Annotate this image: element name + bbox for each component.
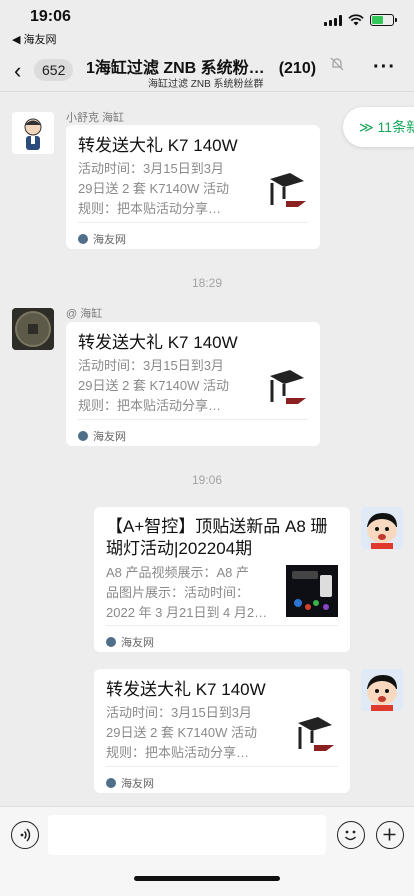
link-card[interactable]: 转发送大礼 K7 140W 活动时间：3月15日到3月 29日送 2 套 K71… (66, 125, 320, 249)
status-time: 19:06 (30, 8, 71, 25)
my-avatar[interactable] (361, 669, 403, 711)
card-title: 转发送大礼 K7 140W (106, 680, 266, 699)
back-chevron-icon[interactable]: ‹ (14, 58, 21, 84)
link-card[interactable]: 【A+智控】顶贴送新品 A8 珊 瑚灯活动|202204期 A8 产品视频展示：… (94, 507, 350, 652)
more-options-button[interactable]: ··· (373, 56, 396, 79)
card-desc-line: 2022 年 3 月21日到 4 月2… (106, 605, 268, 620)
voice-icon (20, 828, 31, 842)
card-desc-line: 29日送 2 套 K7140W 活动 (78, 378, 229, 393)
card-title-line: 瑚灯活动|202204期 (106, 539, 253, 558)
card-title: 转发送大礼 K7 140W (78, 136, 238, 155)
k7-lamp-thumbnail (290, 713, 338, 757)
my-avatar[interactable] (361, 507, 403, 549)
card-divider (78, 222, 308, 223)
card-description: A8 产品视频展示：A8 产 品图片展示：活动时间： 2022 年 3 月21日… (106, 563, 282, 623)
new-messages-button[interactable]: ≫ 11条新 (343, 107, 414, 147)
card-divider (78, 419, 308, 420)
unread-count-badge[interactable]: 652 (34, 59, 74, 81)
card-description: 活动时间：3月15日到3月 29日送 2 套 K7140W 活动 规则：把本贴活… (78, 159, 248, 219)
card-desc-line: 29日送 2 套 K7140W 活动 (106, 725, 257, 740)
card-description: 活动时间：3月15日到3月 29日送 2 套 K7140W 活动 规则：把本贴活… (106, 703, 282, 763)
card-source: 海友网 (78, 428, 126, 444)
more-functions-button[interactable] (376, 821, 404, 849)
card-desc-line: 活动时间：3月15日到3月 (78, 161, 224, 176)
card-desc-line: 活动时间：3月15日到3月 (106, 705, 252, 720)
link-card[interactable]: 转发送大礼 K7 140W 活动时间：3月15日到3月 29日送 2 套 K71… (66, 322, 320, 446)
source-label: 海友网 (93, 234, 126, 246)
cellular-signal-icon (324, 14, 342, 26)
chat-message-list[interactable]: ≫ 11条新 小舒克 海缸 转发送大礼 K7 140W 活动时间：3月15日到3… (0, 93, 414, 805)
card-title: 【A+智控】顶贴送新品 A8 珊 瑚灯活动|202204期 (106, 516, 342, 560)
status-icons (324, 14, 397, 26)
time-stamp: 19:06 (191, 473, 223, 487)
status-bar: 19:06 ◀ 海友网 (0, 0, 414, 46)
card-desc-line: 29日送 2 套 K7140W 活动 (78, 181, 229, 196)
crayon-shin-chan-avatar-icon (361, 507, 403, 549)
wifi-icon (348, 14, 364, 26)
card-title: 转发送大礼 K7 140W (78, 333, 238, 352)
cartoon-avatar-icon (12, 112, 54, 154)
card-source: 海友网 (106, 775, 154, 791)
source-label: 海友网 (121, 778, 154, 790)
card-source: 海友网 (106, 634, 154, 650)
k7-lamp-thumbnail (262, 169, 310, 213)
haiyou-logo-icon (78, 431, 88, 441)
battery-icon (370, 14, 397, 26)
source-label: 海友网 (121, 637, 154, 649)
crayon-shin-chan-avatar-icon (361, 669, 403, 711)
card-desc-line: 活动时间：3月15日到3月 (78, 358, 224, 373)
back-to-app-link[interactable]: ◀ 海友网 (12, 31, 57, 47)
avatar[interactable] (12, 308, 54, 350)
battery-level-fill (372, 16, 383, 24)
source-label: 海友网 (93, 431, 126, 443)
message-input[interactable] (48, 815, 326, 855)
plus-icon (383, 828, 396, 841)
sender-name: 小舒克 海缸 (66, 112, 125, 124)
card-desc-line: 规则：把本贴活动分享… (106, 745, 250, 760)
card-desc-line: A8 产品视频展示：A8 产 (106, 565, 250, 580)
haiyou-logo-icon (106, 778, 116, 788)
emoji-button[interactable] (337, 821, 365, 849)
link-card[interactable]: 转发送大礼 K7 140W 活动时间：3月15日到3月 29日送 2 套 K71… (94, 669, 350, 793)
time-stamp: 18:29 (191, 276, 223, 290)
coin-avatar-icon (12, 308, 54, 350)
card-title-line: 【A+智控】顶贴送新品 A8 珊 (106, 517, 328, 536)
card-desc-line: 规则：把本贴活动分享… (78, 398, 222, 413)
smiley-icon (344, 830, 357, 841)
card-divider (106, 766, 338, 767)
chat-subtitle: 海缸过滤 ZNB 系统粉丝群 (148, 79, 264, 90)
sender-name: @ 海缸 (66, 308, 103, 320)
card-description: 活动时间：3月15日到3月 29日送 2 套 K7140W 活动 规则：把本贴活… (78, 356, 248, 416)
home-indicator[interactable] (134, 876, 280, 881)
member-count: (210) (278, 60, 317, 77)
card-desc-line: 规则：把本贴活动分享… (78, 201, 222, 216)
card-source: 海友网 (78, 231, 126, 247)
input-bar (0, 806, 414, 896)
k7-lamp-thumbnail (262, 366, 310, 410)
mute-bell-icon (330, 57, 344, 71)
voice-input-button[interactable] (11, 821, 39, 849)
card-divider (106, 625, 338, 626)
a8-lamp-thumbnail (286, 565, 338, 617)
haiyou-logo-icon (106, 637, 116, 647)
card-desc-line: 品图片展示：活动时间： (106, 585, 250, 600)
chat-header: ‹ 652 1海缸过滤 ZNB 系统粉… (210) 海缸过滤 ZNB 系统粉丝群… (0, 46, 414, 92)
avatar[interactable] (12, 112, 54, 154)
haiyou-logo-icon (78, 234, 88, 244)
